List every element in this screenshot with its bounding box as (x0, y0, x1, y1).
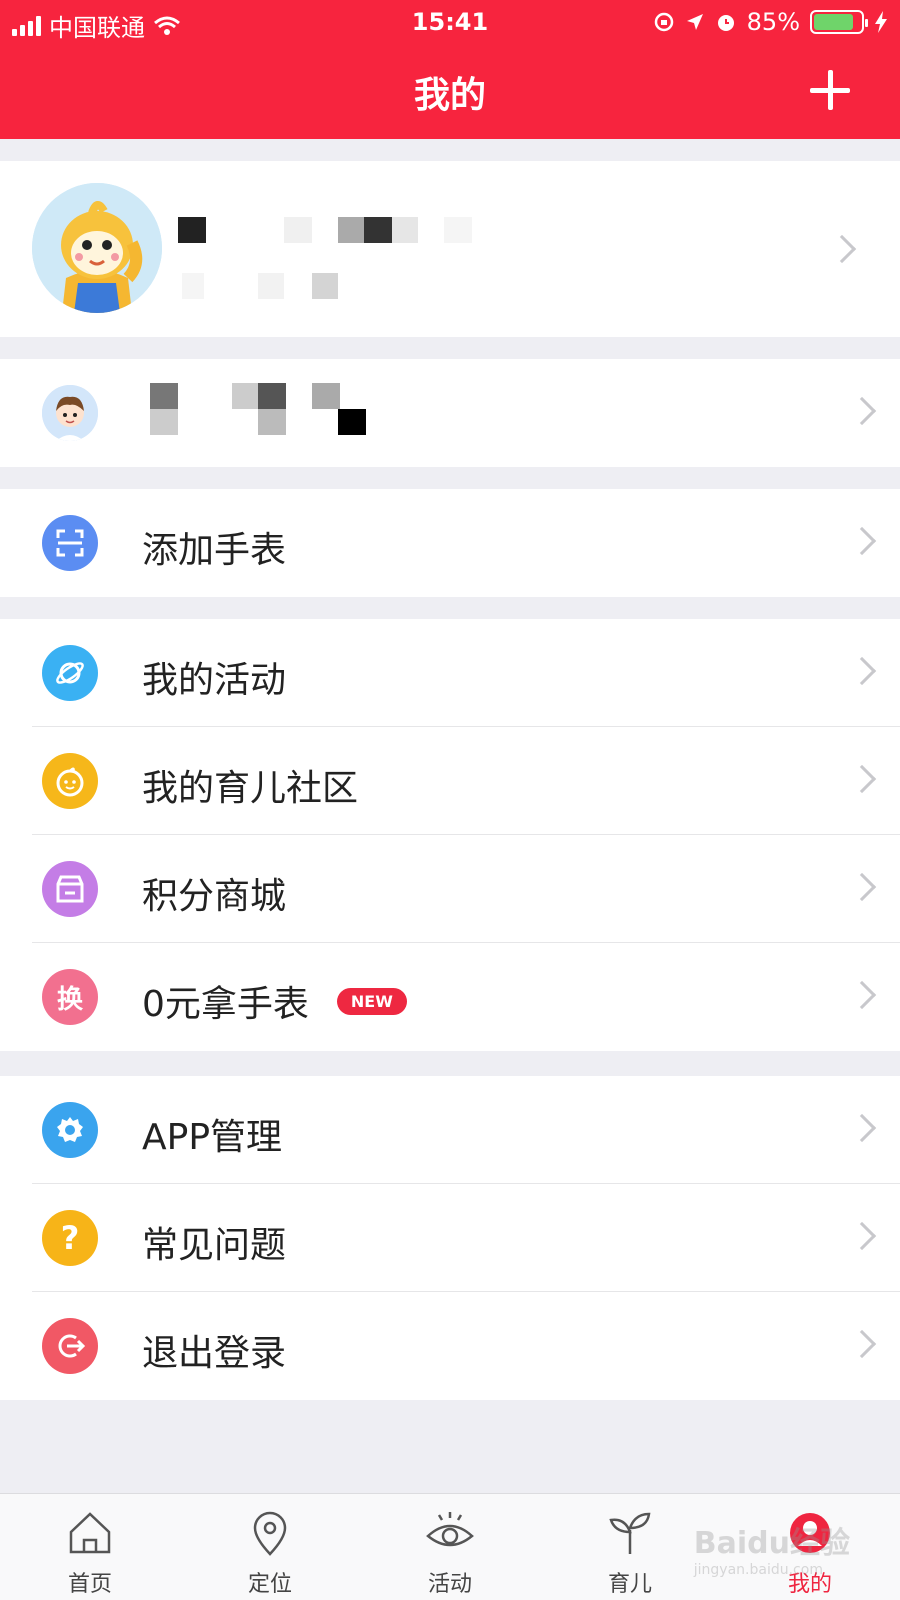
redacted-name (444, 217, 472, 243)
menu-item-app-management[interactable]: APP管理 (0, 1076, 900, 1184)
redacted-name (338, 217, 366, 243)
page-title: 我的 (413, 75, 486, 116)
store-icon (42, 861, 98, 917)
device-card[interactable] (0, 359, 900, 467)
bottom-tab-bar: 首页 定位 活动 育儿 我的 Baidu经验 jingyan.baidu.com (0, 1493, 900, 1600)
planet-icon (42, 645, 98, 701)
add-button[interactable] (810, 70, 850, 110)
watermark: Baidu经验 jingyan.baidu.com (694, 1518, 850, 1578)
menu-item-label: 退出登录 (142, 1333, 287, 1374)
menu-item-label: 积分商城 (142, 876, 287, 917)
menu-item-add-watch[interactable]: 添加手表 (0, 489, 900, 597)
chevron-right-icon (847, 526, 877, 556)
alarm-icon (717, 15, 734, 31)
tab-location[interactable]: 定位 (180, 1494, 360, 1600)
tab-label: 活动 (427, 1572, 472, 1597)
menu-group-settings: APP管理 ? 常见问题 退出登录 (0, 1076, 900, 1400)
redacted-name (178, 217, 206, 243)
menu-item-parenting-community[interactable]: 我的育儿社区 (0, 727, 900, 835)
redacted-subtitle (258, 273, 284, 299)
chevron-right-icon (847, 1221, 877, 1251)
chevron-right-icon (847, 656, 877, 686)
menu-item-points-mall[interactable]: 积分商城 (0, 835, 900, 943)
tab-home[interactable]: 首页 (0, 1494, 180, 1600)
scan-icon (42, 515, 98, 571)
menu-item-label-wrap: 0元拿手表 NEW (142, 975, 407, 1027)
chevron-right-icon (847, 1329, 877, 1359)
redacted-name (284, 217, 312, 243)
redacted-device-name (312, 383, 340, 409)
menu-item-my-activities[interactable]: 我的活动 (0, 619, 900, 727)
question-icon: ? (42, 1210, 98, 1266)
child-avatar (42, 385, 98, 441)
redacted-subtitle (182, 273, 204, 299)
tab-label: 定位 (247, 1572, 292, 1597)
new-badge: NEW (336, 987, 407, 1015)
menu-item-label: 添加手表 (142, 530, 287, 571)
menu-item-label: APP管理 (142, 1117, 283, 1158)
menu-item-label: 常见问题 (142, 1225, 287, 1266)
mascot-avatar-image (32, 183, 162, 313)
chevron-right-icon (847, 980, 877, 1010)
redacted-device-name (150, 383, 178, 409)
watermark-text: Baidu经验 (693, 1526, 850, 1561)
child-face-icon (42, 385, 98, 441)
redacted-device-name (232, 383, 260, 409)
redacted-name (364, 217, 392, 243)
sprout-icon (609, 1512, 651, 1554)
menu-group-activities: 我的活动 我的育儿社区 积分商城 换 0元拿手表 NEW (0, 619, 900, 1051)
redacted-name (392, 217, 418, 243)
tab-activities[interactable]: 活动 (360, 1494, 540, 1600)
profile-card[interactable] (0, 161, 900, 337)
menu-item-free-watch[interactable]: 换 0元拿手表 NEW (0, 943, 900, 1051)
status-bar: 中国联通 15:41 85% (0, 0, 900, 44)
menu-item-faq[interactable]: ? 常见问题 (0, 1184, 900, 1292)
home-icon (69, 1512, 111, 1554)
eye-icon (426, 1512, 474, 1547)
menu-item-label: 0元拿手表 (142, 984, 309, 1025)
menu-item-logout[interactable]: 退出登录 (0, 1292, 900, 1400)
gear-icon (42, 1102, 98, 1158)
avatar[interactable] (32, 183, 162, 313)
exchange-icon: 换 (42, 969, 98, 1025)
redacted-device-name (258, 409, 286, 435)
chevron-right-icon (847, 1113, 877, 1143)
redacted-device-name (150, 409, 178, 435)
status-right: 85% (653, 8, 888, 36)
charging-icon (875, 11, 887, 33)
chevron-right-icon (847, 396, 877, 426)
redacted-device-name (258, 383, 286, 409)
menu-item-label: 我的育儿社区 (142, 768, 359, 809)
battery-icon (810, 10, 868, 34)
chevron-right-icon (827, 234, 857, 264)
chevron-right-icon (847, 764, 877, 794)
chevron-right-icon (847, 872, 877, 902)
top-header: 中国联通 15:41 85% 我的 (0, 0, 900, 139)
location-pin-icon (253, 1511, 287, 1556)
redacted-device-name (338, 409, 366, 435)
rotation-lock-icon (654, 12, 673, 32)
menu-item-label: 我的活动 (142, 660, 287, 701)
location-arrow-icon (686, 14, 703, 30)
tab-label: 首页 (67, 1572, 112, 1597)
battery-percent: 85% (746, 8, 800, 36)
redacted-subtitle (312, 273, 338, 299)
baby-face-icon (42, 753, 98, 809)
logout-icon (42, 1318, 98, 1374)
watermark-sub: jingyan.baidu.com (693, 1562, 823, 1578)
menu-group-add: 添加手表 (0, 489, 900, 597)
